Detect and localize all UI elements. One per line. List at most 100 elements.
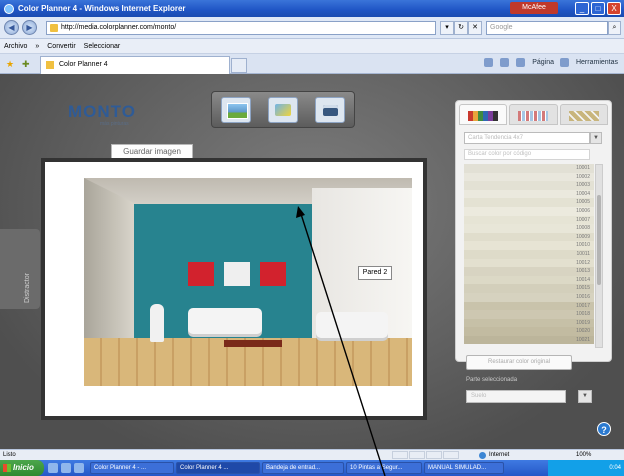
print-icon[interactable]: [516, 58, 526, 67]
sofa-left: [188, 308, 262, 334]
color-list-scrollbar[interactable]: [595, 164, 603, 348]
maximize-button[interactable]: □: [591, 2, 605, 15]
color-code-search[interactable]: Buscar color por código: [464, 149, 590, 160]
brand-tagline: más pinturas: [100, 121, 129, 127]
color-swatch-row[interactable]: 10016: [464, 292, 594, 302]
quicklaunch-media-icon[interactable]: [74, 463, 84, 473]
url-dropdown-icon[interactable]: ▾: [440, 21, 454, 35]
internet-zone: Internet: [479, 450, 509, 460]
sofa-right: [316, 312, 388, 338]
brand-name: MONTO: [68, 102, 136, 121]
back-button[interactable]: ◀: [4, 20, 19, 35]
color-swatch-row[interactable]: 10004: [464, 189, 594, 199]
quicklaunch-ie-icon[interactable]: [48, 463, 58, 473]
collection-dropdown-icon[interactable]: ▼: [590, 132, 602, 144]
save-image-tab[interactable]: Guardar imagen: [111, 144, 193, 158]
select-button[interactable]: Seleccionar: [84, 43, 121, 50]
task-color-planner-1[interactable]: Color Planner 4 - ...: [90, 462, 174, 474]
tools-menu[interactable]: Herramientas: [576, 59, 618, 66]
status-cells: [392, 451, 459, 459]
minimize-button[interactable]: _: [575, 2, 589, 15]
feeds-icon[interactable]: [500, 58, 510, 67]
convert-button[interactable]: Convertir: [47, 43, 75, 50]
clock: 0:04: [609, 465, 621, 471]
color-swatch-row[interactable]: 10014: [464, 275, 594, 285]
print-button[interactable]: [315, 96, 346, 123]
menu-archivo[interactable]: Archivo: [4, 43, 27, 50]
task-color-planner-2[interactable]: Color Planner 4 ...: [176, 462, 260, 474]
color-swatch-row[interactable]: 10007: [464, 215, 594, 225]
zoom-level[interactable]: 100%: [576, 450, 591, 460]
room-preview-frame: Pared 2: [41, 158, 427, 420]
command-bar: Página Herramientas: [484, 58, 618, 67]
color-swatch-row[interactable]: 10006: [464, 206, 594, 216]
color-swatch-row[interactable]: 10011: [464, 249, 594, 259]
part-select[interactable]: Suelo: [466, 390, 566, 403]
forward-button[interactable]: ▶: [22, 20, 37, 35]
refresh-icon[interactable]: ↻: [454, 21, 468, 35]
help-icon[interactable]: ?: [597, 422, 611, 436]
color-swatch-row[interactable]: 10009: [464, 232, 594, 242]
color-swatch-row[interactable]: 10010: [464, 241, 594, 250]
favorites-star-icon[interactable]: ★: [6, 59, 14, 70]
search-icon[interactable]: ⌕: [608, 21, 621, 35]
tab-color-planner[interactable]: Color Planner 4: [40, 56, 230, 74]
quicklaunch-desktop-icon[interactable]: [61, 463, 71, 473]
new-tab-button[interactable]: [231, 58, 247, 73]
color-swatch-row[interactable]: 10005: [464, 198, 594, 207]
color-swatch-row[interactable]: 10019: [464, 318, 594, 328]
stop-icon[interactable]: ✕: [468, 21, 482, 35]
color-panel: Carta Tendencia 4x7 ▼ Buscar color por c…: [455, 100, 612, 362]
status-bar: Listo Internet 100%: [0, 449, 624, 460]
red-painting-right: [260, 262, 286, 286]
color-swatch-row[interactable]: 10013: [464, 267, 594, 276]
scrollbar-thumb[interactable]: [597, 195, 601, 285]
color-swatch-row[interactable]: 10001: [464, 164, 594, 173]
distractor-tab[interactable]: Distractor: [0, 229, 40, 309]
task-manual[interactable]: MANUAL SIMULAD...: [424, 462, 504, 474]
tab-color-bars[interactable]: [459, 104, 508, 125]
image-gallery-button[interactable]: [220, 96, 251, 123]
task-inbox[interactable]: Bandeja de entrad...: [262, 462, 344, 474]
color-swatch-row[interactable]: 10017: [464, 301, 594, 311]
status-cell: [392, 451, 408, 459]
color-swatch-row[interactable]: 10020: [464, 327, 594, 336]
status-text: Listo: [3, 452, 16, 458]
vase: [150, 304, 164, 342]
close-button[interactable]: X: [607, 2, 621, 15]
url-field[interactable]: http://media.colorplanner.com/monto/: [46, 21, 436, 35]
home-icon[interactable]: [484, 58, 494, 67]
app-toolbar: [211, 91, 355, 128]
search-input[interactable]: Google: [486, 21, 608, 35]
color-swatch-row[interactable]: 10015: [464, 284, 594, 293]
white-painting: [224, 262, 250, 286]
task-folder[interactable]: 10 Pintas a Segur...: [346, 462, 422, 474]
color-swatch-row[interactable]: 10003: [464, 181, 594, 190]
color-swatch-row[interactable]: 10002: [464, 172, 594, 182]
start-button[interactable]: Inicio: [0, 460, 44, 476]
room-preview[interactable]: Pared 2: [84, 178, 412, 386]
restore-color-button[interactable]: Restaurar color original: [466, 355, 572, 370]
tab-favicon-icon: [46, 61, 54, 69]
tab-textures[interactable]: [559, 104, 608, 125]
mcafee-button[interactable]: McAfee: [510, 2, 558, 14]
coffee-table: [224, 340, 282, 347]
window-controls: _ □ X: [575, 2, 621, 15]
links-overflow[interactable]: »: [35, 43, 39, 50]
taskbar: Inicio Color Planner 4 - ... Color Plann…: [0, 460, 624, 476]
color-swatch-row[interactable]: 10008: [464, 224, 594, 233]
brand-logo: MONTO: [68, 102, 136, 122]
status-cell: [443, 451, 459, 459]
collection-select[interactable]: Carta Tendencia 4x7: [464, 132, 590, 144]
paint-button[interactable]: [267, 96, 298, 123]
tab-color-swatches[interactable]: [509, 104, 558, 125]
color-swatch-row[interactable]: 10012: [464, 258, 594, 268]
add-favorite-icon[interactable]: ✚: [22, 59, 30, 70]
palette-tabs: [459, 104, 608, 125]
distractor-label: Distractor: [24, 273, 31, 303]
part-dropdown-icon[interactable]: ▼: [578, 390, 592, 403]
color-bars-icon: [468, 111, 498, 121]
color-swatch-row[interactable]: 10021: [464, 335, 594, 345]
color-swatch-row[interactable]: 10018: [464, 310, 594, 319]
page-menu[interactable]: Página: [532, 59, 554, 66]
